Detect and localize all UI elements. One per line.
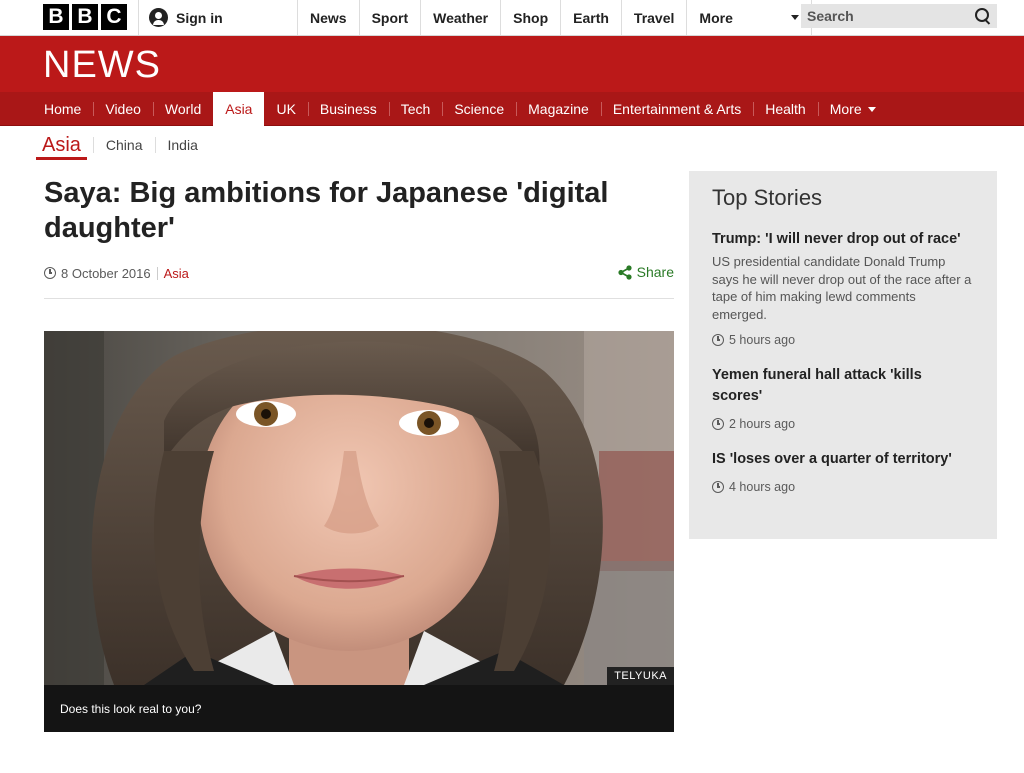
image-caption: Does this look real to you? <box>44 685 674 732</box>
article-meta: 8 October 2016 Asia Share <box>44 264 674 282</box>
clock-icon <box>44 267 56 279</box>
masthead-nav-sport[interactable]: Sport <box>358 0 421 35</box>
section-nav-world[interactable]: World <box>152 92 213 126</box>
top-stories-heading: Top Stories <box>712 185 823 210</box>
clock-icon <box>712 418 724 430</box>
meta-divider <box>156 266 158 280</box>
masthead-more-menu[interactable]: More <box>686 0 813 35</box>
article-photo[interactable]: TELYUKA <box>44 331 674 685</box>
top-story-time: 5 hours ago <box>712 333 974 347</box>
section-nav-asia[interactable]: Asia <box>213 92 265 126</box>
section-nav-video[interactable]: Video <box>93 92 153 126</box>
section-nav: Home Video World Asia UK Business Tech S… <box>0 92 1024 126</box>
top-story-summary: US presidential candidate Donald Trump s… <box>712 254 972 322</box>
section-nav-business[interactable]: Business <box>307 92 389 126</box>
sub-nav-india[interactable]: India <box>154 137 210 153</box>
bbc-logo-letter: B <box>72 4 98 30</box>
section-nav-home[interactable]: Home <box>32 92 93 126</box>
news-banner: NEWS <box>0 36 1024 92</box>
masthead-nav-news[interactable]: News <box>297 0 359 35</box>
image-credit: TELYUKA <box>607 667 674 685</box>
top-story-item[interactable]: Trump: 'I will never drop out of race' U… <box>712 229 974 347</box>
search-icon[interactable] <box>975 8 991 24</box>
article-section-link[interactable]: Asia <box>164 266 189 281</box>
bbc-logo-letter: B <box>43 4 69 30</box>
masthead-nav-travel[interactable]: Travel <box>620 0 686 35</box>
user-icon <box>149 8 168 27</box>
share-button[interactable]: Share <box>618 264 674 280</box>
masthead-more-label: More <box>699 9 733 26</box>
section-nav-uk[interactable]: UK <box>264 92 307 126</box>
section-nav-more[interactable]: More <box>817 92 888 126</box>
article-date: 8 October 2016 <box>61 265 151 281</box>
sub-nav: Asia China India <box>34 130 210 160</box>
top-story-time: 4 hours ago <box>712 480 974 494</box>
sub-nav-china[interactable]: China <box>92 137 155 153</box>
top-story-title[interactable]: Yemen funeral hall attack 'kills scores' <box>712 365 974 407</box>
divider <box>44 298 674 299</box>
article-headline: Saya: Big ambitions for Japanese 'digita… <box>44 177 609 244</box>
masthead-nav-shop[interactable]: Shop <box>500 0 560 35</box>
share-icon <box>618 264 632 280</box>
sign-in-label: Sign in <box>176 9 223 26</box>
section-nav-tech[interactable]: Tech <box>388 92 443 126</box>
top-story-time-label: 2 hours ago <box>729 417 796 431</box>
clock-icon <box>712 481 724 493</box>
bbc-logo[interactable]: B B C <box>43 4 127 30</box>
search-input[interactable]: Search <box>801 4 997 28</box>
top-story-time: 2 hours ago <box>712 417 974 431</box>
section-nav-entertainment[interactable]: Entertainment & Arts <box>600 92 753 126</box>
section-nav-science[interactable]: Science <box>442 92 516 126</box>
sign-in-link[interactable]: Sign in <box>138 0 298 35</box>
masthead-nav-weather[interactable]: Weather <box>420 0 500 35</box>
portrait-illustration <box>44 331 674 685</box>
top-stories-panel: Top Stories Trump: 'I will never drop ou… <box>689 171 997 539</box>
news-logo[interactable]: NEWS <box>43 44 161 87</box>
article-figure: TELYUKA Does this look real to you? <box>44 331 674 732</box>
top-story-item[interactable]: Yemen funeral hall attack 'kills scores'… <box>712 365 974 431</box>
top-story-time-label: 5 hours ago <box>729 333 796 347</box>
sub-nav-asia[interactable]: Asia <box>34 130 89 160</box>
bbc-masthead: B B C Sign in News Sport Weather Shop Ea… <box>0 0 1024 36</box>
masthead-nav: News Sport Weather Shop Earth Travel Mor… <box>297 0 813 35</box>
top-story-item[interactable]: IS 'loses over a quarter of territory' 4… <box>712 449 974 494</box>
chevron-down-icon <box>791 15 800 20</box>
bbc-logo-letter: C <box>101 4 127 30</box>
chevron-down-icon <box>867 106 876 112</box>
masthead-nav-earth[interactable]: Earth <box>560 0 621 35</box>
search-placeholder: Search <box>807 8 854 24</box>
clock-icon <box>712 334 724 346</box>
section-nav-more-label: More <box>829 101 862 117</box>
section-nav-magazine[interactable]: Magazine <box>516 92 601 126</box>
top-story-time-label: 4 hours ago <box>729 480 796 494</box>
section-nav-health[interactable]: Health <box>753 92 817 126</box>
top-story-title[interactable]: Trump: 'I will never drop out of race' <box>712 229 974 250</box>
share-label: Share <box>636 264 674 280</box>
top-story-title[interactable]: IS 'loses over a quarter of territory' <box>712 449 974 470</box>
